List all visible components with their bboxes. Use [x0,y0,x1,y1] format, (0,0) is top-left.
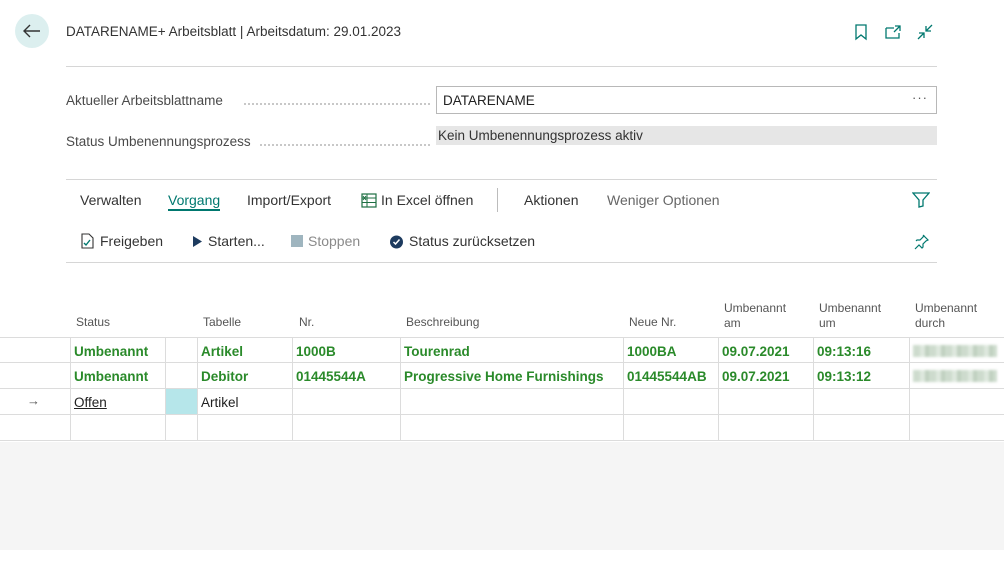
release-button[interactable]: Freigeben [80,233,163,249]
release-label: Freigeben [100,233,164,249]
start-label: Starten... [208,233,265,249]
current-row-arrow-icon: → [27,393,40,408]
column-header-tabelle[interactable]: Tabelle [203,315,241,330]
cell-neue-nr[interactable]: 1000BA [623,338,719,363]
status-process-value: Kein Umbenennungsprozess aktiv [436,126,937,145]
cell-neue-nr[interactable] [623,389,719,414]
cell-status[interactable]: Umbenannt [70,338,166,363]
menu-vorgang[interactable]: Vorgang [168,192,221,211]
worksheet-name-label: Aktueller Arbeitsblattname [66,93,223,108]
excel-icon [361,192,377,208]
cell-umbenannt-durch[interactable] [909,363,1004,388]
cell-tabelle[interactable]: Debitor [197,363,293,388]
arrow-left-icon [23,24,40,38]
column-header-line: um [819,316,836,330]
cell-nr[interactable] [292,389,401,414]
toolbar-divider [66,262,937,263]
cell-beschreibung[interactable]: Tourenrad [400,338,624,363]
redacted-user [913,345,997,357]
section-divider [66,179,937,180]
cell-neue-nr[interactable]: 01445544AB [623,363,719,388]
cell-status[interactable]: Offen [70,389,166,414]
cell-select-focused[interactable] [165,389,198,414]
cell-tabelle[interactable]: Artikel [197,338,293,363]
menu-open-in-excel[interactable]: In Excel öffnen [361,192,473,208]
cell-nr[interactable]: 1000B [292,338,401,363]
column-header-status[interactable]: Status [76,315,110,330]
cell-umbenannt-um[interactable]: 09:13:12 [813,363,910,388]
cell-umbenannt-um[interactable] [813,415,910,440]
redacted-user [913,370,997,382]
column-header-line: am [724,316,741,330]
cell-select[interactable] [165,338,198,363]
cell-status[interactable] [70,415,166,440]
field-leader-dots [260,144,430,146]
back-button[interactable] [15,14,49,48]
page-title: DATARENAME+ Arbeitsblatt | Arbeitsdatum:… [66,24,402,39]
table-row[interactable]: Umbenannt Artikel 1000B Tourenrad 1000BA… [0,337,1004,363]
column-header-line: Umbenannt [724,301,787,315]
column-header-umbenannt-am[interactable]: Umbenannt am [724,301,786,331]
menu-aktionen[interactable]: Aktionen [524,192,578,208]
document-check-icon [81,233,94,249]
cell-tabelle[interactable]: Artikel [197,389,293,414]
cell-neue-nr[interactable] [623,415,719,440]
menu-divider [497,188,498,212]
menu-fewer-options[interactable]: Weniger Optionen [607,192,720,208]
column-header-line: durch [915,316,946,330]
stop-icon [291,235,303,247]
worksheet-name-input[interactable]: DATARENAME ··· [436,86,937,114]
table-row[interactable]: Umbenannt Debitor 01445544A Progressive … [0,363,1004,389]
cell-umbenannt-um[interactable] [813,389,910,414]
reset-status-button[interactable]: Status zurücksetzen [389,233,535,249]
table-row-empty[interactable] [0,415,1004,441]
column-header-neue-nr[interactable]: Neue Nr. [629,315,676,330]
play-icon [193,235,202,247]
stop-label: Stoppen [308,233,361,249]
cell-umbenannt-am[interactable] [718,415,814,440]
cell-beschreibung[interactable] [400,415,624,440]
reset-status-label: Status zurücksetzen [409,233,536,249]
column-header-line: Umbenannt [915,301,978,315]
worksheet-name-value: DATARENAME [443,93,535,108]
collapse-icon[interactable] [916,23,934,41]
cell-beschreibung[interactable]: Progressive Home Furnishings [400,363,624,388]
column-header-nr[interactable]: Nr. [299,315,314,330]
cell-beschreibung[interactable] [400,389,624,414]
column-header-umbenannt-durch[interactable]: Umbenannt durch [915,301,977,331]
field-leader-dots [244,103,430,105]
cell-umbenannt-am[interactable] [718,389,814,414]
table-row-current[interactable]: → Offen Artikel [0,389,1004,415]
reset-check-icon [390,235,403,248]
cell-tabelle[interactable] [197,415,293,440]
cell-select[interactable] [165,415,198,440]
grid-empty-area [0,442,1004,550]
column-header-beschreibung[interactable]: Beschreibung [406,315,479,330]
stop-button[interactable]: Stoppen [291,233,360,249]
cell-nr[interactable] [292,415,401,440]
cell-select[interactable] [165,363,198,388]
pin-icon[interactable] [912,233,930,256]
cell-umbenannt-durch[interactable] [909,415,1004,440]
cell-umbenannt-durch[interactable] [909,389,1004,414]
more-options-icon[interactable]: ··· [912,90,928,105]
cell-status[interactable]: Umbenannt [70,363,166,388]
menu-import-export[interactable]: Import/Export [247,192,331,208]
bookmark-icon[interactable] [852,23,870,41]
menu-verwalten[interactable]: Verwalten [80,192,141,208]
start-button[interactable]: Starten... [191,233,265,249]
cell-umbenannt-am[interactable]: 09.07.2021 [718,363,814,388]
filter-icon[interactable] [911,192,931,213]
cell-umbenannt-um[interactable]: 09:13:16 [813,338,910,363]
column-header-line: Umbenannt [819,301,882,315]
cell-umbenannt-am[interactable]: 09.07.2021 [718,338,814,363]
status-process-label: Status Umbenennungsprozess [66,134,251,149]
cell-nr[interactable]: 01445544A [292,363,401,388]
column-header-umbenannt-um[interactable]: Umbenannt um [819,301,881,331]
open-new-window-icon[interactable] [884,23,902,41]
open-in-excel-label: In Excel öffnen [381,192,474,208]
header-divider [66,66,937,67]
cell-umbenannt-durch[interactable] [909,338,1004,363]
